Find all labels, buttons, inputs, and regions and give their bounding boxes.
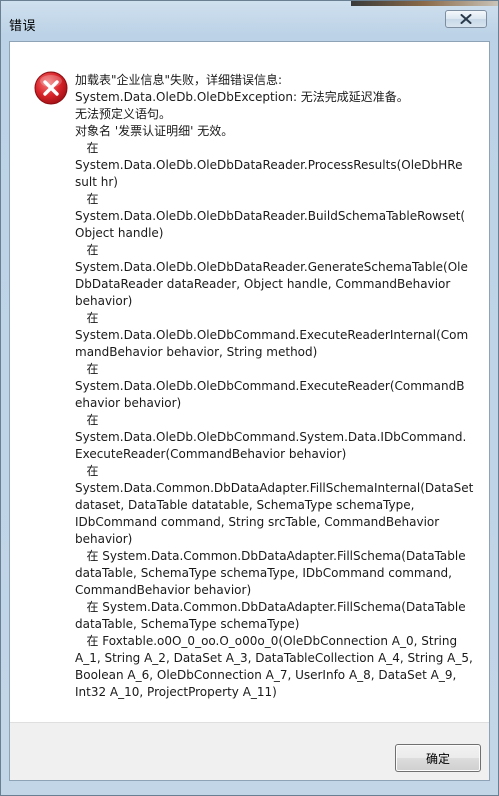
message-line: DbDataReader dataReader, Object handle, …: [75, 277, 451, 291]
message-line: 在 Foxtable.o0O_0_oo.O_o00o_0(OleDbConnec…: [75, 634, 458, 648]
message-line: 在: [75, 192, 99, 206]
message-line: IDbCommand command, String srcTable, Com…: [75, 515, 440, 529]
message-line: System.Data.Common.DbDataAdapter.FillSch…: [75, 481, 474, 495]
message-line: dataset, DataTable datatable, SchemaType…: [75, 498, 415, 512]
message-line: dataTable, SchemaType schemaType, IDbCom…: [75, 566, 452, 580]
error-dialog-window: 错误 加载表"企业信息"失败，详细错误信息: System.Data.OleDb…: [0, 0, 499, 796]
message-line: 在: [75, 464, 99, 478]
message-line: System.Data.OleDb.OleDbDataReader.Proces…: [75, 158, 463, 172]
message-line: CommandBehavior behavior): [75, 583, 252, 597]
message-line: A_1, String A_2, DataSet A_3, DataTableC…: [75, 651, 473, 665]
message-line: 在 System.Data.Common.DbDataAdapter.FillS…: [75, 549, 466, 563]
message-line: behavior): [75, 532, 133, 546]
error-message-text: 加载表"企业信息"失败，详细错误信息: System.Data.OleDb.Ol…: [75, 72, 473, 701]
message-line: 在: [75, 362, 99, 376]
message-line: 加载表"企业信息"失败，详细错误信息:: [75, 73, 283, 87]
message-line: 无法预定义语句。: [75, 107, 172, 121]
message-line: System.Data.OleDb.OleDbDataReader.BuildS…: [75, 209, 466, 223]
message-line: Int32 A_10, ProjectProperty A_11): [75, 685, 277, 699]
button-bar: 确定: [10, 722, 489, 780]
title-bar[interactable]: 错误: [1, 1, 498, 41]
message-line: 对象名 '发票认证明细' 无效。: [75, 124, 234, 138]
message-line: behavior): [75, 294, 133, 308]
window-title: 错误: [9, 19, 37, 34]
dialog-client-area: 加载表"企业信息"失败，详细错误信息: System.Data.OleDb.Ol…: [9, 41, 490, 781]
message-line: ExecuteReader(CommandBehavior behavior): [75, 447, 347, 461]
message-line: System.Data.OleDb.OleDbCommand.ExecuteRe…: [75, 379, 465, 393]
message-line: Boolean A_6, OleDbConnection A_7, UserIn…: [75, 668, 457, 682]
message-area: 加载表"企业信息"失败，详细错误信息: System.Data.OleDb.Ol…: [10, 42, 489, 722]
message-line: 在: [75, 141, 99, 155]
ok-button[interactable]: 确定: [395, 744, 481, 772]
message-line: System.Data.OleDb.OleDbCommand.System.Da…: [75, 430, 467, 444]
message-line: dataTable, SchemaType schemaType): [75, 617, 300, 631]
message-line: 在: [75, 243, 99, 257]
message-line: System.Data.OleDb.OleDbCommand.ExecuteRe…: [75, 328, 469, 342]
message-line: 在: [75, 311, 99, 325]
message-line: 在: [75, 413, 99, 427]
message-line: sult hr): [75, 175, 118, 189]
message-line: System.Data.OleDb.OleDbDataReader.Genera…: [75, 260, 468, 274]
close-icon: [460, 14, 472, 24]
message-line: Object handle): [75, 226, 164, 240]
message-line: 在 System.Data.Common.DbDataAdapter.FillS…: [75, 600, 466, 614]
close-button[interactable]: [445, 10, 487, 28]
error-icon: [34, 71, 68, 105]
message-line: System.Data.OleDb.OleDbException: 无法完成延迟…: [75, 90, 409, 104]
message-line: mandBehavior behavior, String method): [75, 345, 318, 359]
message-line: ehavior behavior): [75, 396, 182, 410]
